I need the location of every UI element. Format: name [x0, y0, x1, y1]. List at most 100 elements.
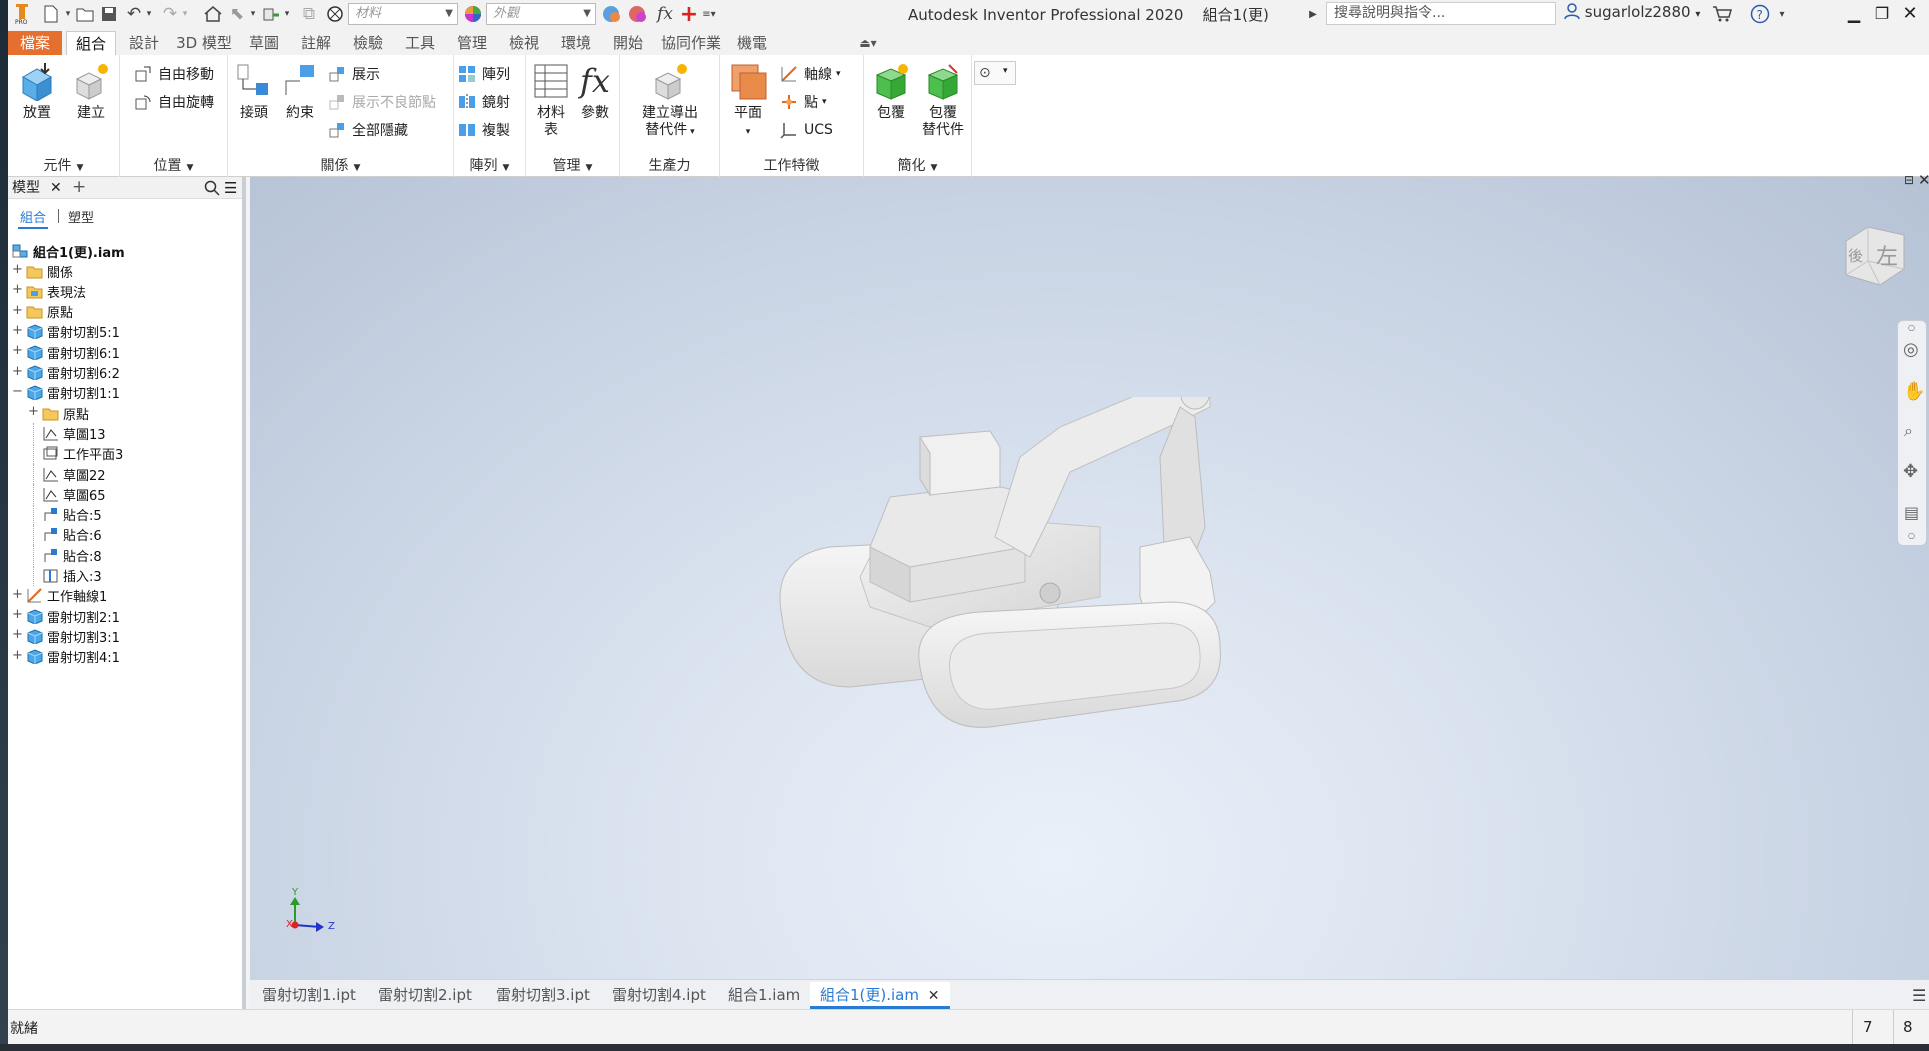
tree-item[interactable]: 表現法: [26, 281, 86, 301]
material-select[interactable]: 材料 ▼: [348, 3, 458, 25]
tree-item[interactable]: 插入:3: [42, 566, 102, 586]
tab-sketch[interactable]: 草圖: [242, 31, 286, 55]
doc-tabs-menu-icon[interactable]: ☰: [1912, 986, 1926, 1005]
group-component-label[interactable]: 元件 ▼: [8, 155, 119, 175]
tree-item[interactable]: 貼合:5: [42, 505, 102, 525]
doc-tab-active[interactable]: 組合1(更).iam ✕: [810, 982, 950, 1009]
expand-icon[interactable]: +: [12, 324, 23, 337]
plane-button[interactable]: 平面 ▾: [726, 61, 770, 141]
tab-collaborate[interactable]: 協同作業: [658, 31, 724, 55]
expand-icon[interactable]: +: [12, 263, 23, 276]
tree-item[interactable]: 工作平面3: [42, 444, 123, 464]
help-search-input[interactable]: 搜尋說明與指令...: [1326, 2, 1556, 25]
fx-parameters-icon[interactable]: fx: [654, 3, 676, 25]
subtab-assembly[interactable]: 組合: [18, 207, 49, 229]
undo-dropdown-icon[interactable]: ▾: [144, 3, 154, 25]
tree-item[interactable]: 雷射切割3:1: [26, 626, 120, 646]
excavator-model[interactable]: [770, 397, 1330, 817]
tree-item[interactable]: 貼合:6: [42, 525, 102, 545]
constrain-button[interactable]: 約束: [280, 61, 320, 122]
group-relationships-label[interactable]: 關係 ▼: [228, 155, 453, 175]
pan-hand-icon[interactable]: ✋: [1903, 381, 1925, 402]
doc-tab-4[interactable]: 雷射切割4.ipt: [612, 982, 706, 1009]
group-position-label[interactable]: 位置 ▼: [120, 155, 227, 175]
doc-tab-1[interactable]: 雷射切割1.ipt: [262, 982, 356, 1009]
axis-button[interactable]: 軸線 ▾: [780, 63, 841, 85]
add-browser-icon[interactable]: +: [72, 176, 86, 198]
tree-item[interactable]: 草圖65: [42, 484, 106, 504]
hide-all-button[interactable]: 全部隱藏: [328, 119, 408, 141]
expand-icon[interactable]: +: [12, 365, 23, 378]
cart-icon[interactable]: [1710, 3, 1734, 25]
tab-design[interactable]: 設計: [122, 31, 166, 55]
search-expand-icon[interactable]: ▶: [1306, 3, 1320, 25]
undo-icon[interactable]: ↶: [124, 3, 144, 25]
group-simplify-label[interactable]: 簡化 ▼: [864, 155, 971, 175]
expand-icon[interactable]: +: [12, 588, 23, 601]
look-at-icon[interactable]: ▤: [1904, 503, 1919, 522]
doc-tab-close-icon[interactable]: ✕: [928, 988, 940, 1004]
show-button[interactable]: 展示: [328, 63, 380, 85]
bom-button[interactable]: 材料表: [530, 61, 572, 139]
create-derived-substitute-button[interactable]: 建立導出 替代件 ▾: [628, 61, 712, 141]
restore-button[interactable]: ❐: [1869, 2, 1895, 26]
save-icon[interactable]: [98, 3, 120, 25]
help-dropdown-icon[interactable]: ▾: [1776, 3, 1788, 25]
update-dropdown-icon[interactable]: ▾: [282, 3, 292, 25]
free-rotate-button[interactable]: 自由旋轉: [134, 91, 214, 113]
viewport-close-icon[interactable]: ✕: [1918, 171, 1929, 189]
expand-icon[interactable]: +: [12, 649, 23, 662]
shrinkwrap-button[interactable]: 包覆: [868, 61, 914, 122]
free-move-button[interactable]: 自由移動: [134, 63, 214, 85]
new-dropdown-icon[interactable]: ▾: [62, 3, 74, 25]
shrinkwrap-substitute-button[interactable]: 包覆 替代件: [918, 61, 968, 139]
tree-item[interactable]: 雷射切割1:1: [26, 383, 120, 403]
open-folder-icon[interactable]: [74, 3, 96, 25]
browser-search-icon[interactable]: [204, 177, 220, 203]
redo-icon[interactable]: ↷: [160, 3, 180, 25]
collapse-icon[interactable]: −: [12, 385, 23, 398]
help-icon[interactable]: ?: [1748, 3, 1772, 25]
navbar-options-icon[interactable]: ○: [1908, 531, 1915, 540]
doc-tab-3[interactable]: 雷射切割3.ipt: [496, 982, 590, 1009]
add-tool-dropdown[interactable]: ⊙ ▾: [974, 61, 1016, 85]
copy-button[interactable]: 複製: [458, 119, 510, 141]
parameters-button[interactable]: fx 參數: [574, 61, 616, 122]
pattern-button[interactable]: 陣列: [458, 63, 510, 85]
tree-item[interactable]: 草圖22: [42, 464, 106, 484]
doc-tab-5[interactable]: 組合1.iam: [728, 982, 800, 1009]
measure-icon[interactable]: ⧉: [298, 3, 320, 25]
tree-item[interactable]: 原點: [26, 302, 73, 322]
adjust-appearance-icon[interactable]: [600, 3, 624, 25]
expand-icon[interactable]: +: [12, 283, 23, 296]
tab-electromechanical[interactable]: 機電: [730, 31, 774, 55]
orbit-icon[interactable]: ✥: [1903, 461, 1918, 482]
tree-item[interactable]: 雷射切割2:1: [26, 606, 120, 626]
zoom-icon[interactable]: ⌕: [1904, 421, 1913, 441]
customize-qat-icon[interactable]: ≡▾: [702, 3, 716, 25]
expand-icon[interactable]: +: [12, 628, 23, 641]
tab-view[interactable]: 檢視: [502, 31, 546, 55]
view-cube[interactable]: 後 左: [1838, 221, 1910, 293]
tab-assemble[interactable]: 組合: [66, 31, 116, 55]
tab-annotate[interactable]: 註解: [294, 31, 338, 55]
select-filter-icon[interactable]: ⬉: [226, 3, 248, 25]
close-browser-icon[interactable]: ✕: [50, 177, 62, 199]
expand-icon[interactable]: +: [12, 344, 23, 357]
ribbon-minimize-toggle[interactable]: ⏏▾: [848, 31, 888, 55]
update-icon[interactable]: [260, 3, 282, 25]
select-dropdown-icon[interactable]: ▾: [248, 3, 258, 25]
group-manage-label[interactable]: 管理 ▼: [526, 155, 619, 175]
tree-item[interactable]: 雷射切割5:1: [26, 322, 120, 342]
place-button[interactable]: 放置: [14, 61, 60, 122]
appearance-color-icon[interactable]: [462, 3, 484, 25]
graphics-viewport[interactable]: ⊟ ✕ 後 左 ○ ◎ ✋ ⌕ ✥ ▤ ○ Y X Z: [250, 171, 1929, 979]
minimize-button[interactable]: ▁: [1841, 2, 1867, 26]
tree-item[interactable]: 雷射切割4:1: [26, 647, 120, 667]
tree-root[interactable]: 組合1(更).iam: [12, 241, 125, 261]
navbar-close-icon[interactable]: ○: [1908, 323, 1915, 332]
tab-tools[interactable]: 工具: [398, 31, 442, 55]
expand-icon[interactable]: +: [12, 304, 23, 317]
tree-item[interactable]: 關係: [26, 261, 73, 281]
tree-item[interactable]: 雷射切割6:2: [26, 363, 120, 383]
